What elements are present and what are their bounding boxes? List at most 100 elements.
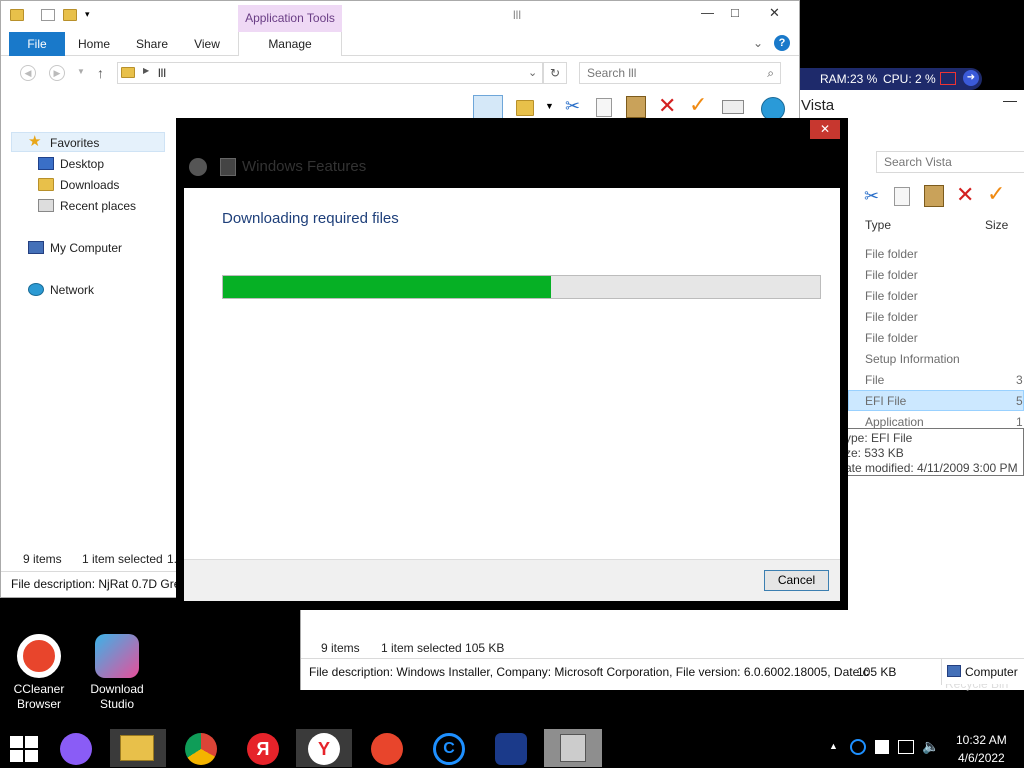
file-size: 105 KB — [857, 665, 897, 679]
paste-icon[interactable] — [626, 96, 646, 118]
ccleaner-browser-icon[interactable] — [371, 733, 403, 765]
qat-dropdown-icon[interactable]: ▾ — [85, 9, 99, 21]
taskbar-setup-active[interactable] — [544, 729, 602, 767]
star-icon: ★ — [28, 133, 42, 150]
breadcrumb-item[interactable]: lll — [158, 66, 166, 80]
search-placeholder: Search lll — [587, 66, 637, 80]
folder-icon — [121, 67, 135, 78]
paste-icon[interactable] — [924, 185, 944, 207]
dialog-content: Downloading required files Cancel — [184, 188, 840, 601]
refresh-icon[interactable]: ↻ — [543, 62, 567, 84]
sidebar-item-downloads[interactable]: Downloads — [60, 178, 119, 192]
chrome-icon[interactable] — [185, 733, 217, 765]
record-icon[interactable] — [940, 72, 956, 85]
desktop-icon-label: Studio — [99, 697, 135, 711]
checkmark-icon[interactable]: ✓ — [689, 92, 707, 118]
minimize-icon[interactable]: — — [701, 5, 714, 20]
window-title: Vista — [801, 97, 835, 114]
file-type-cell: EFI File — [865, 394, 907, 408]
close-icon[interactable]: ✕ — [769, 5, 780, 21]
tab-file[interactable]: File — [9, 32, 65, 56]
tab-share[interactable]: Share — [131, 32, 173, 56]
ccleaner-icon[interactable]: C — [433, 733, 465, 765]
dialog-footer: Cancel — [184, 559, 840, 601]
desktop-icon — [38, 157, 54, 170]
properties-icon[interactable] — [41, 9, 55, 21]
details-bar: File description: Windows Installer, Com… — [301, 658, 1024, 685]
column-header-size[interactable]: Size — [985, 218, 1008, 232]
desktop-icon-ccleaner-browser[interactable]: CCleaner Browser — [0, 634, 82, 712]
column-header-type[interactable]: Type — [865, 218, 891, 232]
cut-icon[interactable]: ✂ — [864, 186, 879, 207]
preview-pane-icon[interactable] — [473, 95, 503, 119]
close-icon[interactable]: ✕ — [810, 120, 840, 139]
cpu-usage: CPU: 2 % — [883, 72, 936, 86]
start-icon[interactable] — [10, 736, 38, 762]
dialog-heading: Downloading required files — [222, 210, 399, 227]
recent-locations-icon[interactable]: ▼ — [77, 67, 85, 76]
search-input[interactable]: Search lll ⌕ — [579, 62, 781, 84]
taskbar-explorer-active[interactable] — [110, 729, 166, 767]
location-label: Computer — [965, 665, 1018, 679]
tab-manage[interactable]: Manage — [238, 32, 342, 56]
tab-home[interactable]: Home — [73, 32, 115, 56]
security-shield-icon[interactable] — [495, 733, 527, 765]
search-input[interactable]: Search Vista — [876, 151, 1024, 173]
alice-assistant-icon[interactable] — [60, 733, 92, 765]
ccleaner-tray-icon[interactable] — [850, 739, 866, 755]
desktop-icon-download-studio[interactable]: Download Studio — [74, 634, 160, 712]
delete-icon[interactable]: ✕ — [956, 182, 974, 208]
status-selected: 1 item selected 105 KB — [381, 641, 505, 655]
desktop-icon-label: CCleaner — [13, 682, 65, 696]
rename-icon[interactable] — [722, 100, 744, 114]
computer-icon — [947, 665, 961, 677]
up-icon[interactable]: ↑ — [97, 65, 104, 81]
checkmark-icon[interactable]: ✓ — [987, 181, 1005, 207]
network-tray-icon[interactable] — [898, 740, 914, 754]
status-item-count: 9 items — [23, 552, 62, 566]
arrow-right-icon[interactable]: ➜ — [963, 70, 979, 86]
application-tools-tab: Application Tools — [238, 5, 342, 33]
sidebar-item-recent-places[interactable]: Recent places — [60, 199, 136, 213]
file-size-cell: 5 — [1016, 394, 1023, 408]
action-center-icon[interactable] — [875, 740, 889, 754]
explorer-vista-statusbar: 9 items 1 item selected 105 KB File desc… — [300, 600, 1024, 690]
ccleaner-browser-icon — [17, 634, 61, 678]
tab-view[interactable]: View — [189, 32, 225, 56]
forward-icon[interactable]: ▶ — [49, 65, 65, 81]
folder-options-icon[interactable] — [516, 100, 534, 116]
back-icon[interactable] — [189, 158, 207, 176]
toolbar-dropdown-icon[interactable]: ▼ — [545, 101, 554, 111]
cut-icon[interactable]: ✂ — [565, 96, 580, 117]
taskbar-yandex-browser-active[interactable]: Y — [296, 729, 352, 767]
system-monitor: RAM:23 % CPU: 2 % ➜ — [800, 68, 982, 90]
address-dropdown-icon[interactable]: ⌄ — [528, 66, 537, 79]
minimize-icon[interactable]: — — [1003, 92, 1017, 108]
taskbar: Я Y C ▲ 🔈 10:32 AM 4/6/2022 — [0, 728, 1024, 768]
delete-icon[interactable]: ✕ — [658, 93, 676, 119]
title-bar: ▾ Application Tools lll — □ ✕ — [1, 1, 799, 33]
copy-icon[interactable] — [894, 187, 910, 206]
file-type-cell: File folder — [865, 331, 918, 345]
show-hidden-icons-icon[interactable]: ▲ — [829, 741, 838, 751]
copy-icon[interactable] — [596, 98, 612, 117]
sidebar-item-desktop[interactable]: Desktop — [60, 157, 104, 171]
yandex-icon[interactable]: Я — [247, 733, 279, 765]
sidebar-item-my-computer[interactable]: My Computer — [50, 241, 122, 255]
maximize-icon[interactable]: □ — [731, 5, 739, 20]
back-icon[interactable]: ◀ — [20, 65, 36, 81]
address-bar[interactable]: ▶ lll ⌄ — [117, 62, 543, 84]
windows-features-dialog: ✕ Windows Features Downloading required … — [176, 118, 848, 610]
new-folder-icon[interactable] — [63, 9, 77, 21]
clock-time[interactable]: 10:32 AM — [956, 733, 1007, 747]
cancel-button[interactable]: Cancel — [764, 570, 829, 591]
file-type-cell: File folder — [865, 289, 918, 303]
file-type-cell: File folder — [865, 310, 918, 324]
volume-muted-icon[interactable]: 🔈 — [922, 738, 939, 755]
downloads-icon — [38, 178, 54, 191]
ribbon-expand-icon[interactable]: ⌄ — [753, 36, 763, 50]
sidebar-item-favorites[interactable]: Favorites — [50, 136, 99, 150]
sidebar-item-network[interactable]: Network — [50, 283, 94, 297]
clock-date[interactable]: 4/6/2022 — [958, 751, 1005, 765]
help-icon[interactable]: ? — [774, 35, 790, 51]
